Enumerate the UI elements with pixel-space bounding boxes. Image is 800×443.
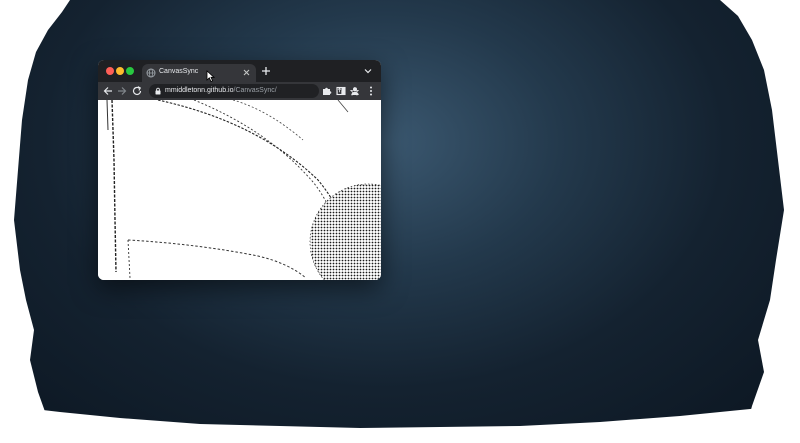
canvas-drawing bbox=[106, 100, 381, 280]
tab-canvassync[interactable]: CanvasSync bbox=[142, 64, 256, 82]
url-path: /CanvasSync/ bbox=[233, 87, 277, 94]
side-panel-icon[interactable] bbox=[335, 85, 347, 97]
reload-icon[interactable] bbox=[131, 85, 143, 97]
close-window-button[interactable] bbox=[106, 67, 114, 75]
minimize-window-button[interactable] bbox=[116, 67, 124, 75]
forward-arrow-icon[interactable] bbox=[116, 85, 128, 97]
close-tab-icon[interactable] bbox=[241, 67, 252, 78]
url-host: mmiddletonn.github.io bbox=[165, 87, 234, 94]
new-tab-icon[interactable] bbox=[260, 65, 272, 77]
browser-toolbar: mmiddletonn.github.io/CanvasSync/ bbox=[98, 82, 381, 100]
canvas-area[interactable] bbox=[98, 100, 381, 280]
mouse-cursor-icon bbox=[206, 70, 215, 82]
tab-title: CanvasSync bbox=[159, 68, 199, 75]
lock-icon bbox=[155, 87, 161, 95]
profile-avatar-icon[interactable] bbox=[349, 85, 361, 97]
maximize-window-button[interactable] bbox=[126, 67, 134, 75]
address-bar[interactable]: mmiddletonn.github.io/CanvasSync/ bbox=[149, 84, 359, 98]
globe-icon bbox=[146, 68, 156, 78]
back-arrow-icon[interactable] bbox=[102, 85, 114, 97]
more-menu-icon[interactable] bbox=[365, 85, 377, 97]
extensions-icon[interactable] bbox=[321, 85, 333, 97]
url-text: mmiddletonn.github.io/CanvasSync/ bbox=[165, 87, 277, 94]
browser-window: CanvasSync mmiddletonn.github.io/CanvasS… bbox=[98, 60, 381, 280]
tab-strip: CanvasSync bbox=[98, 60, 381, 82]
chevron-down-icon[interactable] bbox=[363, 66, 373, 76]
